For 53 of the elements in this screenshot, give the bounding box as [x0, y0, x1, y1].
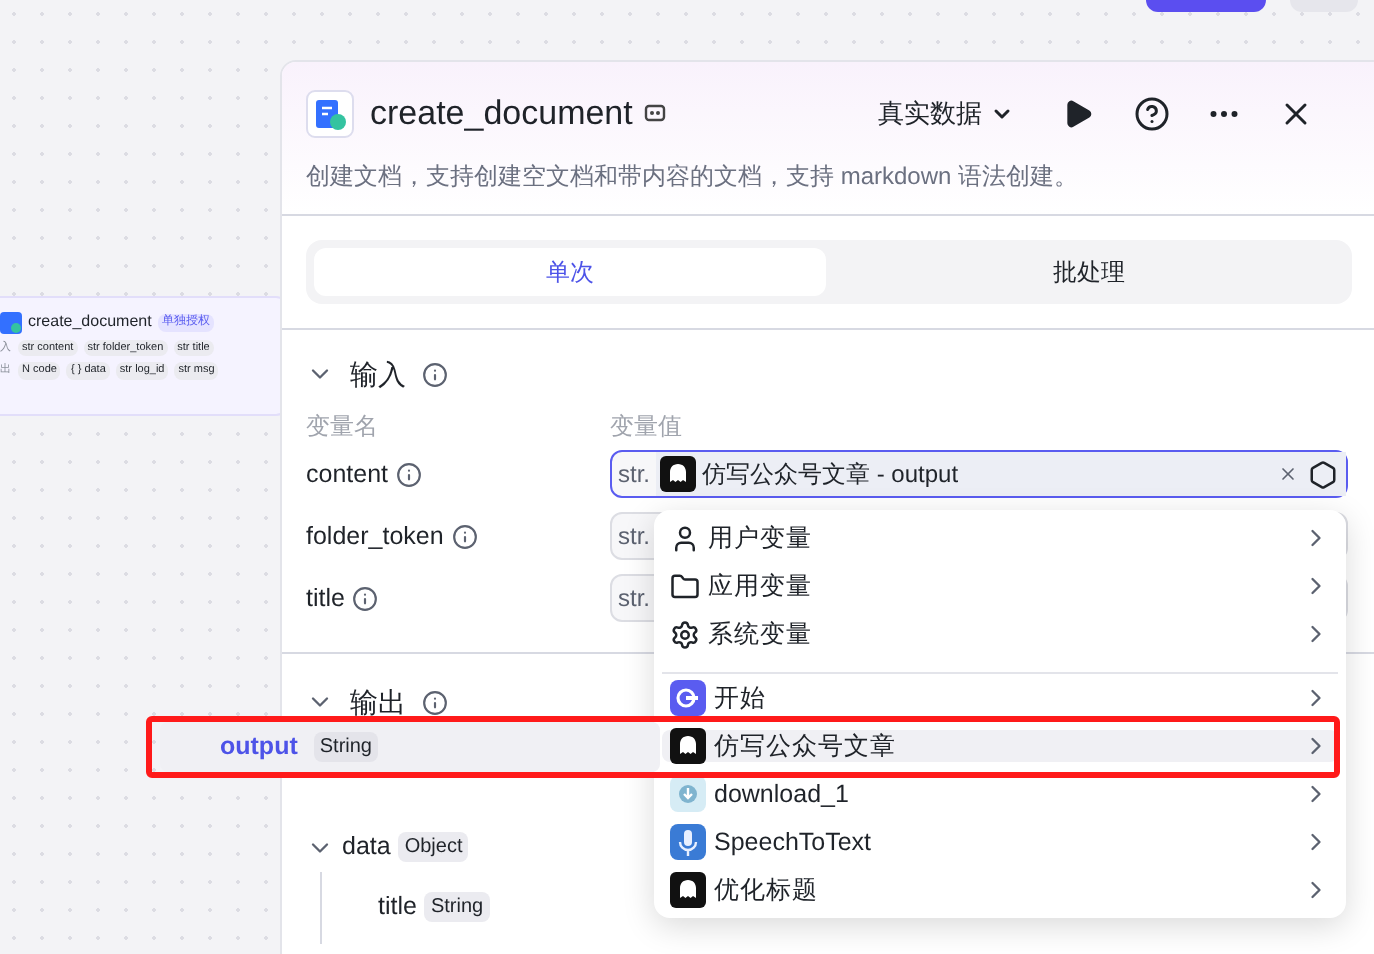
user-icon [670, 523, 700, 553]
menu-item[interactable]: 仿写公众号文章 [662, 730, 1338, 762]
type-label: str. [616, 458, 653, 492]
node-title: create_document [28, 310, 152, 334]
variable-name: content [306, 457, 389, 492]
plugin-icon [644, 102, 667, 125]
field-name: title [378, 890, 417, 925]
type-tag: Object [398, 832, 469, 862]
tab[interactable]: 批处理 [833, 247, 1344, 295]
menu-item[interactable]: 应用变量 [662, 570, 1338, 602]
clear-icon[interactable] [1278, 464, 1298, 484]
menu-item[interactable]: SpeechToText [662, 826, 1338, 858]
menu-item[interactable]: 系统变量 [662, 618, 1338, 650]
field-name: output [220, 730, 298, 765]
menu-item[interactable]: 优化标题 [662, 874, 1338, 906]
download-node-icon [670, 776, 706, 812]
menu-item[interactable]: 用户变量 [662, 522, 1338, 554]
ghost-icon [660, 456, 697, 492]
variable-name: folder_token [306, 519, 444, 554]
document-icon [306, 89, 354, 138]
value-field[interactable]: str. 仿写公众号文章 - output [610, 450, 1348, 498]
start-node-icon [670, 680, 706, 716]
ghost-icon [670, 728, 706, 764]
play-icon[interactable] [1062, 97, 1094, 130]
variable-picker-icon[interactable] [1308, 459, 1338, 489]
microphone-node-icon [670, 824, 706, 860]
menu-item[interactable]: 开始 [662, 682, 1338, 714]
panel-description: 创建文档，支持创建空文档和带内容的文档，支持 markdown 语法创建。 [306, 159, 1081, 193]
type-label: str. [616, 520, 653, 554]
info-icon [422, 361, 448, 387]
data-mode-dropdown[interactable]: 真实数据 [878, 94, 1014, 133]
section-title: 输入 [350, 355, 406, 393]
field-name: data [342, 830, 391, 865]
help-icon[interactable] [1134, 95, 1170, 132]
column-header: 变量值 [610, 409, 682, 443]
ghost-icon [670, 872, 706, 908]
document-icon [0, 311, 22, 333]
info-icon [451, 523, 478, 549]
variable-name: title [306, 581, 345, 616]
info-icon [396, 461, 423, 487]
folder-icon [670, 571, 700, 601]
menu-item[interactable]: download_1 [662, 778, 1338, 810]
type-label: str. [616, 582, 653, 616]
type-tag: String [424, 892, 490, 922]
gear-icon [670, 619, 700, 649]
panel-title: create_document [370, 92, 633, 136]
tab[interactable]: 单次 [314, 247, 825, 295]
section-title: 输出 [350, 683, 406, 721]
type-tag: String [313, 732, 378, 762]
column-header: 变量名 [306, 409, 380, 443]
info-icon [422, 689, 448, 715]
info-icon [352, 585, 379, 611]
variable-reference: 仿写公众号文章 - output [702, 458, 959, 492]
